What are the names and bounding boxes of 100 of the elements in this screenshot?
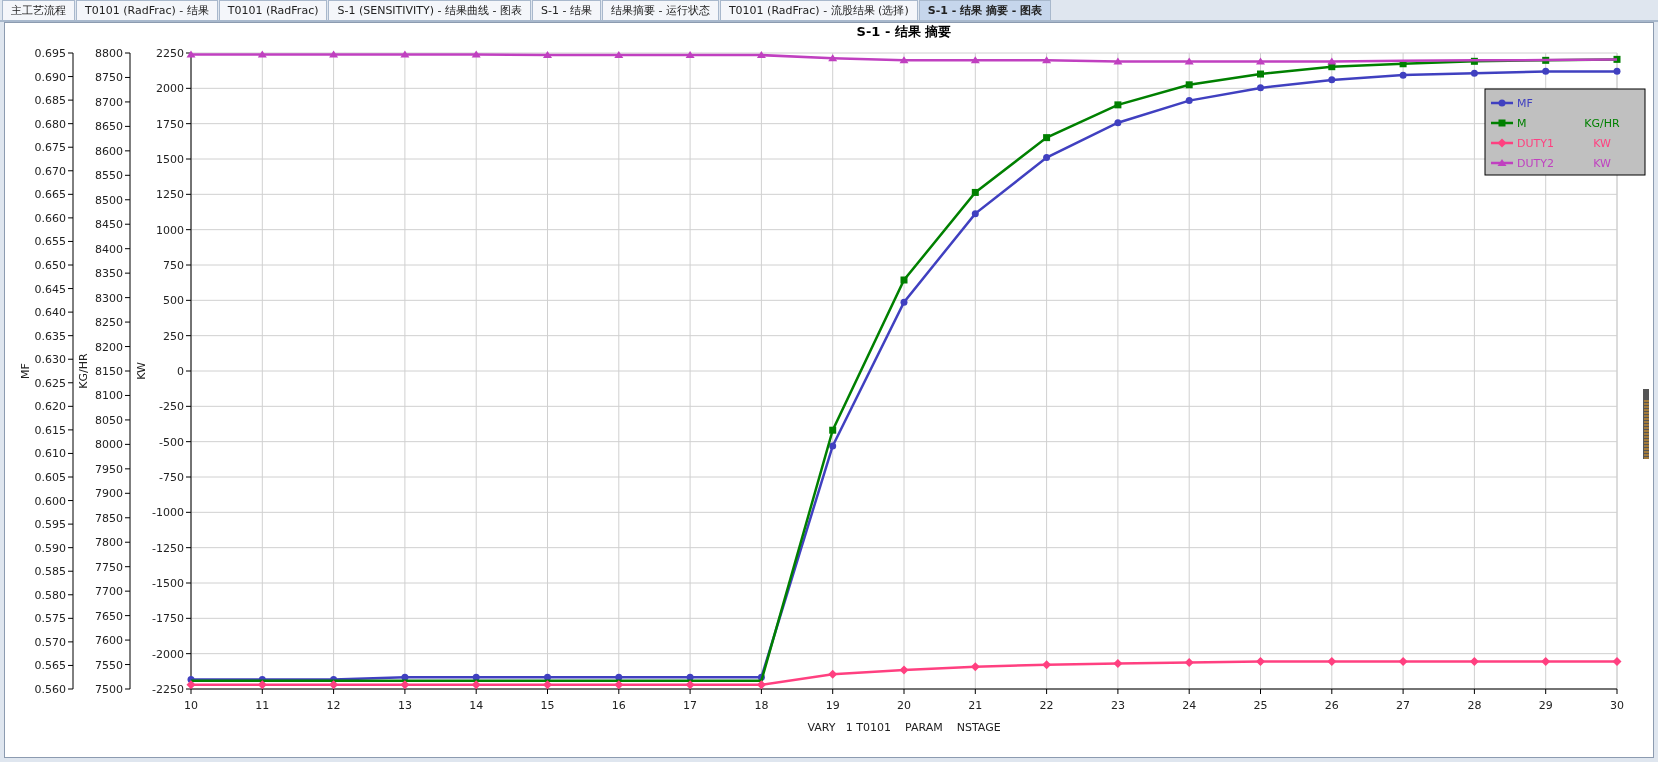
data-point [1399,60,1407,68]
data-point [685,51,695,59]
tick-label: 11 [255,699,270,712]
tick-label: 8250 [95,316,123,330]
legend-label: DUTY2 [1517,157,1554,170]
tick-label: 2250 [156,47,184,60]
legend-unit: KW [1593,137,1611,150]
scrollbar-thumb[interactable] [1643,389,1650,459]
tick-label: -2250 [152,683,184,696]
tick-label: -1750 [152,612,184,626]
tick-label: 7950 [95,462,123,476]
tick-label: 0.610 [34,447,66,461]
tick-label: 0.590 [34,541,66,555]
tick-label: 1750 [156,117,184,131]
legend-unit: KW [1593,157,1611,170]
tick-label: 0.685 [34,94,66,108]
tick-label: 0.580 [34,588,66,602]
tick-label: 20 [897,699,911,712]
tick-label: 28 [1467,699,1482,712]
tick-label: 0.630 [34,353,66,367]
document-tab[interactable]: 结果摘要 - 运行状态 [601,0,719,20]
tick-label: 0 [177,365,184,378]
tick-label: 0.595 [34,518,66,532]
tick-label: 0.640 [34,306,66,320]
data-point [329,50,339,58]
tick-label: 0.620 [34,400,66,414]
tick-label: 8050 [95,413,123,427]
tick-label: 8350 [95,267,123,281]
document-tab[interactable]: S-1 - 结果 摘要 - 图表 [918,0,1052,20]
tick-label: 30 [1610,699,1624,712]
document-tab[interactable]: T0101 (RadFrac) - 结果 [76,0,218,20]
tick-label: 8200 [95,340,123,354]
tick-label: 14 [469,699,484,712]
data-point [970,56,980,64]
legend-unit: KG/HR [1584,117,1620,130]
data-point [257,50,267,58]
tick-label: 0.650 [34,259,66,272]
data-point [1541,656,1551,666]
tick-label: 1250 [156,188,184,202]
legend-label: M [1517,117,1527,130]
chart-title: S-1 - 结果 摘要 [856,24,952,39]
data-point [1470,69,1478,77]
data-point [1256,57,1265,65]
data-point [756,51,766,59]
tick-label: 7900 [95,487,123,501]
tick-label: 0.560 [34,683,66,696]
tick-label: 2000 [156,82,184,96]
data-point [1613,67,1621,75]
data-point [1042,660,1052,670]
data-point [1043,134,1051,142]
document-tab[interactable]: S-1 - 结果 [532,0,601,20]
document-tab[interactable]: T0101 (RadFrac) [218,0,328,20]
tick-label: 23 [1110,699,1125,712]
tick-label: 7800 [95,536,123,550]
tick-label: 24 [1182,699,1197,712]
legend-symbol-icon [1491,99,1513,107]
tick-label: 10 [184,699,198,712]
data-point [1257,84,1264,92]
data-point [685,680,695,690]
data-point [1113,57,1123,65]
tick-label: 7550 [95,658,123,672]
document-tab[interactable]: 主工艺流程 [2,0,75,20]
data-point [186,680,196,690]
legend-label: DUTY1 [1517,137,1554,150]
tick-label: 1500 [156,153,184,166]
data-point [829,426,837,434]
legend-symbol-icon [1491,138,1513,148]
tick-label: 0.615 [34,423,66,437]
tick-label: -2000 [152,647,184,661]
data-point [970,662,980,672]
tick-label: 15 [540,699,555,712]
data-point [1043,154,1051,162]
tick-label: 1000 [156,223,184,237]
data-point [1470,57,1478,65]
tick-label: 8700 [95,95,123,109]
tick-label: 0.695 [34,47,66,60]
data-point [257,680,267,690]
data-point [471,50,481,58]
data-point [471,680,481,690]
legend-label: MF [1517,97,1533,110]
data-point [828,669,838,679]
tick-label: 7600 [95,634,123,648]
axis-title: KG/HR [77,353,90,389]
tick-label: 8000 [95,438,123,452]
data-point [1113,659,1123,669]
tick-label: 0.565 [34,659,66,673]
tick-label: 8150 [95,365,123,378]
document-tab[interactable]: S-1 (SENSITIVITY) - 结果曲线 - 图表 [328,0,531,20]
data-point [1612,656,1622,666]
axis-title: MF [19,363,32,379]
tick-label: 7500 [95,683,123,696]
data-point [1327,656,1337,666]
tick-label: 0.660 [34,211,66,225]
data-point [1185,97,1193,105]
tick-label: 7700 [95,585,123,599]
data-point [186,50,196,58]
tick-label: 16 [611,699,626,712]
document-tab[interactable]: T0101 (RadFrac) - 流股结果 (选择) [719,0,918,20]
data-point [756,680,766,690]
data-point [971,188,979,196]
